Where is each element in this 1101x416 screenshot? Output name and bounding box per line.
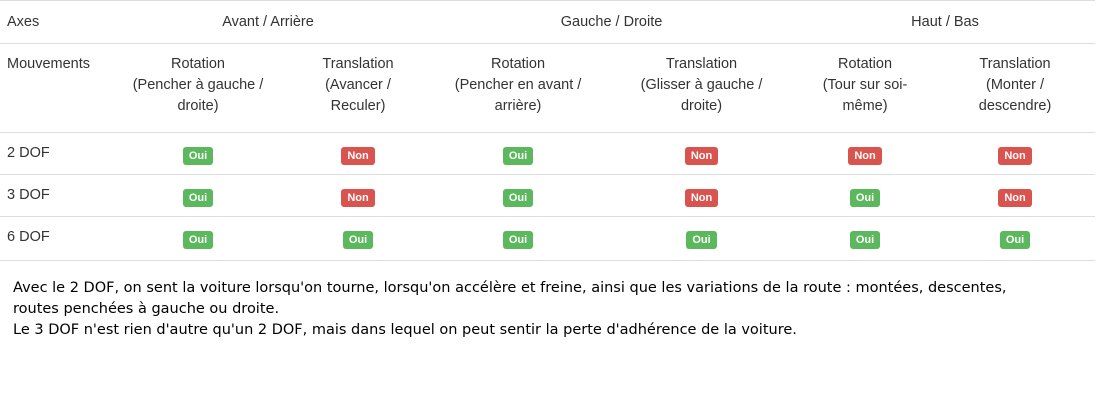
status-badge: Non — [848, 147, 882, 165]
axes-label: Axes — [0, 0, 108, 44]
movement-header-cell: Rotation (Pencher à gauche / droite) — [108, 43, 288, 133]
movement-description: (Pencher en avant / — [454, 77, 582, 93]
status-badge: Oui — [502, 231, 534, 249]
status-badge: Oui — [182, 231, 214, 249]
movement-description: droite) — [177, 98, 219, 114]
movement-description: Reculer) — [330, 98, 386, 114]
movement-description: (Pencher à gauche / — [132, 77, 264, 93]
dof-row-3: 3 DOF Oui Non Oui Non Oui Non — [0, 174, 1096, 217]
description-line: routes penchées à gauche ou droite. — [13, 301, 280, 317]
movement-header-cell: Translation (Glisser à gauche / droite) — [608, 43, 796, 133]
status-badge: Non — [684, 147, 719, 165]
status-badge: Oui — [502, 147, 534, 165]
movement-description: droite) — [680, 98, 723, 114]
movement-type: Translation — [322, 56, 394, 72]
description-line: Avec le 2 DOF, on sent la voiture lorsqu… — [13, 280, 1007, 296]
description-text: Avec le 2 DOF, on sent la voiture lorsqu… — [13, 278, 1093, 341]
movement-header-cell: Rotation (Pencher en avant / arrière) — [428, 43, 609, 133]
movement-description: même) — [842, 98, 888, 114]
movement-description: arrière) — [494, 98, 542, 114]
movement-description: descendre) — [978, 98, 1052, 114]
dof-row-label: 2 DOF — [0, 132, 108, 175]
status-badge: Non — [998, 189, 1032, 207]
description-line: Le 3 DOF n'est rien d'autre qu'un 2 DOF,… — [13, 322, 797, 338]
status-badge: Oui — [849, 231, 881, 249]
axis-group-up-down: Haut / Bas — [795, 0, 1096, 44]
movement-description: (Tour sur soi- — [822, 77, 908, 93]
movement-header-cell: Translation (Monter / descendre) — [935, 43, 1096, 133]
movements-header-row: Mouvements Rotation (Pencher à gauche / … — [0, 43, 1096, 133]
status-badge: Non — [998, 147, 1032, 165]
movement-type: Rotation — [170, 56, 225, 72]
status-badge: Oui — [182, 147, 214, 165]
movement-header-cell: Translation (Avancer / Reculer) — [288, 43, 429, 133]
movements-label: Mouvements — [0, 43, 108, 133]
movement-description: (Monter / — [986, 77, 1045, 93]
movement-type: Rotation — [491, 56, 546, 72]
dof-row-label: 3 DOF — [0, 174, 108, 217]
movement-description: (Avancer / — [325, 77, 391, 93]
movement-header-cell: Rotation (Tour sur soi- même) — [795, 43, 936, 133]
movement-description: (Glisser à gauche / — [640, 77, 763, 93]
dof-row-2: 2 DOF Oui Non Oui Non Non Non — [0, 132, 1096, 175]
axes-header-row: Axes Avant / Arrière Gauche / Droite Hau… — [0, 0, 1096, 44]
status-badge: Non — [341, 147, 375, 165]
dof-comparison-table: Axes Avant / Arrière Gauche / Droite Hau… — [0, 0, 1096, 261]
status-badge: Non — [684, 189, 719, 207]
status-badge: Oui — [849, 189, 881, 207]
movement-type: Translation — [665, 56, 738, 72]
axis-group-front-back: Avant / Arrière — [108, 0, 429, 44]
dof-row-6: 6 DOF Oui Oui Oui Oui Oui Oui — [0, 216, 1096, 261]
movement-type: Translation — [979, 56, 1051, 72]
status-badge: Oui — [999, 231, 1031, 249]
status-badge: Oui — [686, 231, 717, 249]
axis-group-left-right: Gauche / Droite — [428, 0, 796, 44]
status-badge: Oui — [342, 231, 374, 249]
movement-type: Rotation — [838, 56, 893, 72]
status-badge: Non — [341, 189, 375, 207]
dof-row-label: 6 DOF — [0, 216, 108, 261]
status-badge: Oui — [182, 189, 214, 207]
status-badge: Oui — [502, 189, 534, 207]
